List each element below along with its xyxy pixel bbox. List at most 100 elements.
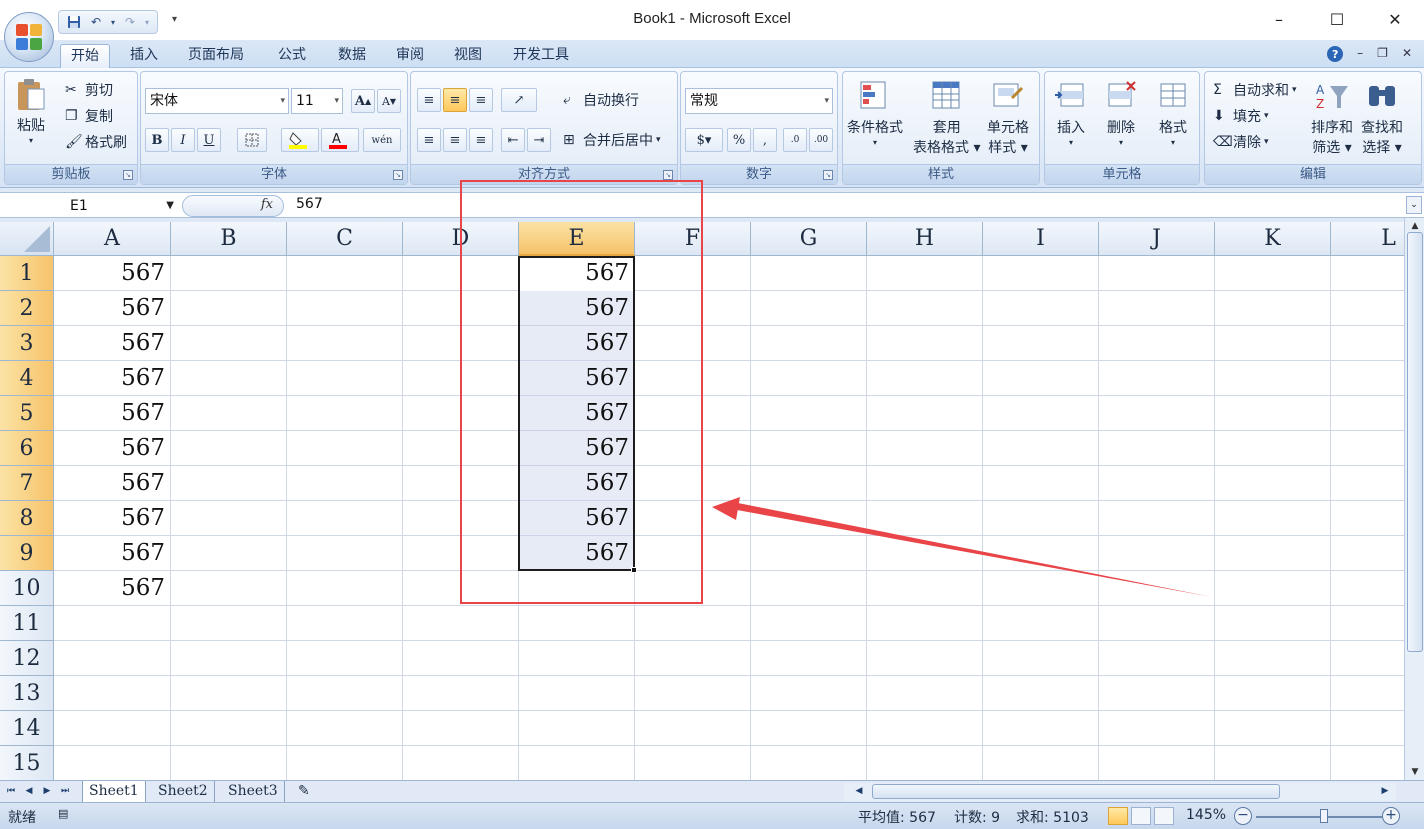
column-header-f[interactable]: F [635,222,751,256]
align-middle-button[interactable]: ≡ [443,88,467,112]
cell-a2[interactable]: 567 [54,291,171,326]
font-launcher-icon[interactable]: ↘ [393,170,403,180]
zoom-slider-thumb[interactable] [1320,809,1328,823]
autosum-button[interactable]: Σ 自动求和 ▾ [1213,80,1297,100]
comma-button[interactable]: , [753,128,777,152]
column-header-c[interactable]: C [287,222,403,256]
column-header-e[interactable]: E [519,222,635,256]
worksheet-grid[interactable]: A B C D E F G H I J K L 1 2 3 4 5 6 7 8 … [0,222,1404,780]
row-header-6[interactable]: 6 [0,431,54,466]
ribbon-restore-icon[interactable]: ❐ [1377,46,1388,62]
zoom-level[interactable]: 145% [1186,807,1226,823]
percent-button[interactable]: % [727,128,751,152]
font-name-combo[interactable]: 宋体 ▾ [145,88,289,114]
delete-cells-button[interactable]: 删除 ▾ [1103,80,1139,148]
page-layout-view-button[interactable] [1131,807,1151,825]
insert-sheet-icon[interactable]: ✎ [292,781,316,802]
column-header-b[interactable]: B [171,222,287,256]
number-format-combo[interactable]: 常规 ▾ [685,88,833,114]
tab-data[interactable]: 数据 [328,44,376,68]
cell-e8[interactable]: 567 [519,501,635,536]
cell-a10[interactable]: 567 [54,571,171,606]
zoom-in-button[interactable]: + [1382,807,1400,825]
zoom-out-button[interactable]: − [1234,807,1252,825]
paste-button[interactable]: 粘贴 ▾ [13,78,49,146]
page-break-view-button[interactable] [1154,807,1174,825]
tab-review[interactable]: 审阅 [386,44,434,68]
increase-indent-button[interactable]: ⇥ [527,128,551,152]
format-painter-button[interactable]: 🖌 格式刷 [65,132,127,152]
name-box[interactable]: E1 ▼ [2,195,178,217]
format-cells-button[interactable]: 格式 ▾ [1155,80,1191,148]
copy-button[interactable]: ❐ 复制 [65,106,113,126]
macro-record-icon[interactable]: ▤ [58,807,68,820]
number-launcher-icon[interactable]: ↘ [823,170,833,180]
underline-button[interactable]: U [197,128,221,152]
row-header-10[interactable]: 10 [0,571,54,606]
column-header-d[interactable]: D [403,222,519,256]
row-header-4[interactable]: 4 [0,361,54,396]
cell-e3[interactable]: 567 [519,326,635,361]
italic-button[interactable]: I [171,128,195,152]
cell-a9[interactable]: 567 [54,536,171,571]
row-header-13[interactable]: 13 [0,676,54,711]
select-all-button[interactable] [0,222,54,256]
formula-input[interactable]: 567 [296,196,323,212]
column-header-g[interactable]: G [751,222,867,256]
orientation-button[interactable]: ↗ [501,88,537,112]
row-header-11[interactable]: 11 [0,606,54,641]
increase-decimal-button[interactable]: .0 [783,128,807,152]
first-sheet-icon[interactable]: ⏮ [4,784,18,798]
insert-cells-button[interactable]: 插入 ▾ [1053,80,1089,148]
close-button[interactable]: ✕ [1366,0,1424,38]
insert-function-button[interactable]: fx [182,195,284,217]
row-header-2[interactable]: 2 [0,291,54,326]
align-right-button[interactable]: ≡ [469,128,493,152]
cell-e4[interactable]: 567 [519,361,635,396]
format-as-table-button[interactable]: 套用 表格格式 ▾ [913,80,980,158]
cut-button[interactable]: ✂ 剪切 [65,80,113,100]
next-sheet-icon[interactable]: ▶ [40,784,54,798]
cell-e7[interactable]: 567 [519,466,635,501]
fill-color-button[interactable] [281,128,319,152]
minimize-button[interactable]: – [1250,0,1308,38]
shrink-font-button[interactable]: A ▼ [377,89,401,113]
cell-a4[interactable]: 567 [54,361,171,396]
horizontal-scroll-thumb[interactable] [872,784,1280,799]
tab-page-layout[interactable]: 页面布局 [178,44,254,68]
align-center-button[interactable]: ≡ [443,128,467,152]
tab-home[interactable]: 开始 [60,44,110,68]
column-header-i[interactable]: I [983,222,1099,256]
cell-a6[interactable]: 567 [54,431,171,466]
zoom-slider[interactable] [1256,816,1382,818]
row-header-5[interactable]: 5 [0,396,54,431]
accounting-format-button[interactable]: $▾ [685,128,723,152]
cell-e5[interactable]: 567 [519,396,635,431]
scroll-down-icon[interactable]: ▼ [1407,764,1423,780]
wrap-text-button[interactable]: ⤶ 自动换行 [563,90,639,110]
conditional-formatting-button[interactable]: 条件格式 ▾ [847,80,903,148]
font-color-button[interactable]: A [321,128,359,152]
prev-sheet-icon[interactable]: ◀ [22,784,36,798]
row-header-1[interactable]: 1 [0,256,54,291]
tab-insert[interactable]: 插入 [120,44,168,68]
cell-e9[interactable]: 567 [519,536,635,571]
phonetic-button[interactable]: wén [363,128,401,152]
cell-e6[interactable]: 567 [519,431,635,466]
fill-button[interactable]: ⬇ 填充 ▾ [1213,106,1269,126]
column-header-h[interactable]: H [867,222,983,256]
vertical-scrollbar[interactable]: ▲ ▼ [1404,218,1424,780]
alignment-launcher-icon[interactable]: ↘ [663,170,673,180]
cell-styles-button[interactable]: 单元格 样式 ▾ [987,80,1029,158]
column-header-a[interactable]: A [54,222,171,256]
align-top-button[interactable]: ≡ [417,88,441,112]
maximize-button[interactable]: ☐ [1308,0,1366,38]
decrease-indent-button[interactable]: ⇤ [501,128,525,152]
grow-font-button[interactable]: A ▲ [351,89,375,113]
cell-e2[interactable]: 567 [519,291,635,326]
normal-view-button[interactable] [1108,807,1128,825]
tab-view[interactable]: 视图 [444,44,492,68]
office-button[interactable] [4,12,54,62]
sheet-tab-sheet2[interactable]: Sheet2 [152,781,215,802]
row-header-8[interactable]: 8 [0,501,54,536]
